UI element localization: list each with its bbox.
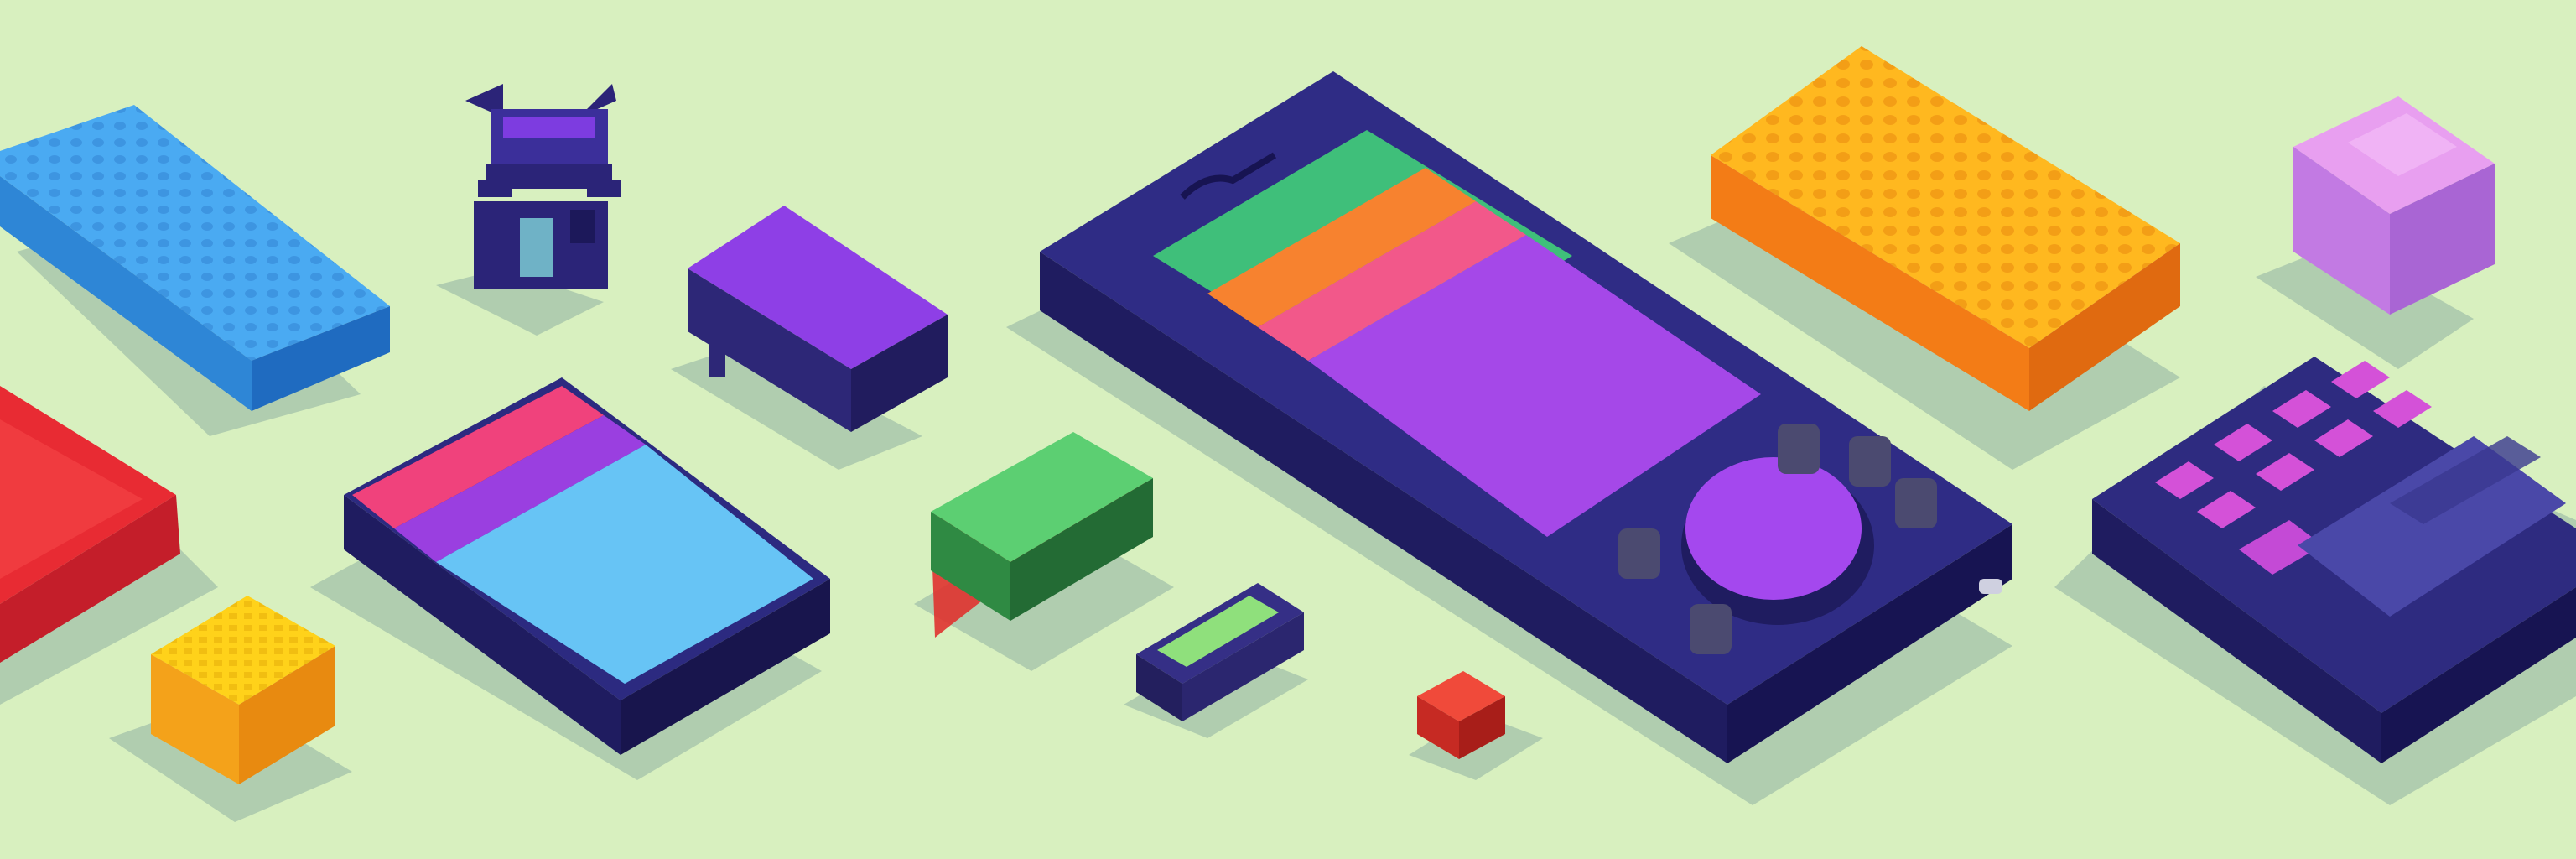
isometric-gadget-scene xyxy=(0,0,2576,859)
